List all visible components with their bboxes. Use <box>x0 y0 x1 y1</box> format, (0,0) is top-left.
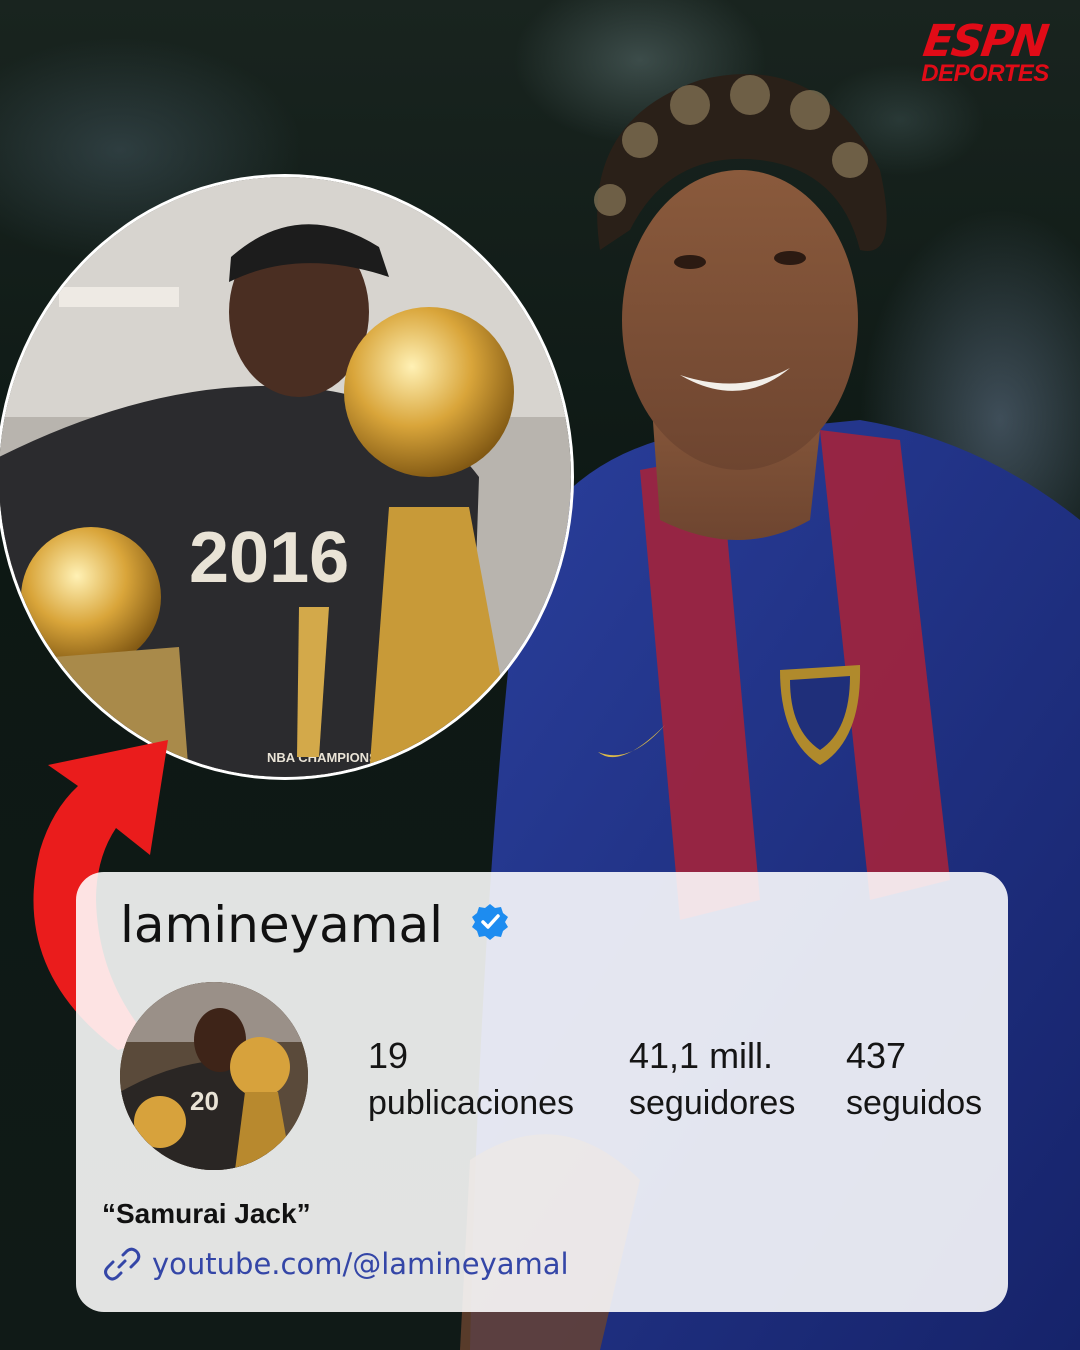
verified-badge-icon <box>472 904 508 940</box>
stat-following[interactable]: 437 seguidos <box>846 1032 982 1126</box>
espn-deportes-logo: ESPN DEPORTES <box>910 16 1060 86</box>
stat-followers-label: seguidores <box>629 1084 796 1122</box>
profile-username: lamineyamal <box>120 896 444 954</box>
svg-text:20: 20 <box>190 1086 219 1116</box>
link-chain-icon <box>104 1247 141 1281</box>
profile-link[interactable]: youtube.com/@lamineyamal <box>102 1244 569 1284</box>
stat-following-label: seguidos <box>846 1084 983 1122</box>
logo-espn-text: ESPN <box>920 16 1051 67</box>
stat-posts-label: publicaciones <box>368 1084 575 1122</box>
profile-avatar[interactable]: 20 <box>120 982 308 1170</box>
inset-caption: NBA CHAMPIONS <box>267 750 378 765</box>
stat-followers-value: 41,1 mill. <box>629 1035 774 1076</box>
inset-jersey-year: 2016 <box>189 518 349 598</box>
stat-posts-value: 19 <box>368 1035 409 1076</box>
profile-card: lamineyamal 20 19 publicaciones 41,1 mil… <box>76 872 1008 1312</box>
stat-followers[interactable]: 41,1 mill. seguidores <box>629 1032 795 1126</box>
profile-link-text[interactable]: youtube.com/@lamineyamal <box>152 1247 569 1281</box>
stat-following-value: 437 <box>846 1035 907 1076</box>
profile-bio: “Samurai Jack” <box>102 1198 311 1229</box>
inset-trophy-photo: 2016 NBA CHAMPIONS <box>0 174 574 780</box>
stat-posts[interactable]: 19 publicaciones <box>368 1032 574 1126</box>
